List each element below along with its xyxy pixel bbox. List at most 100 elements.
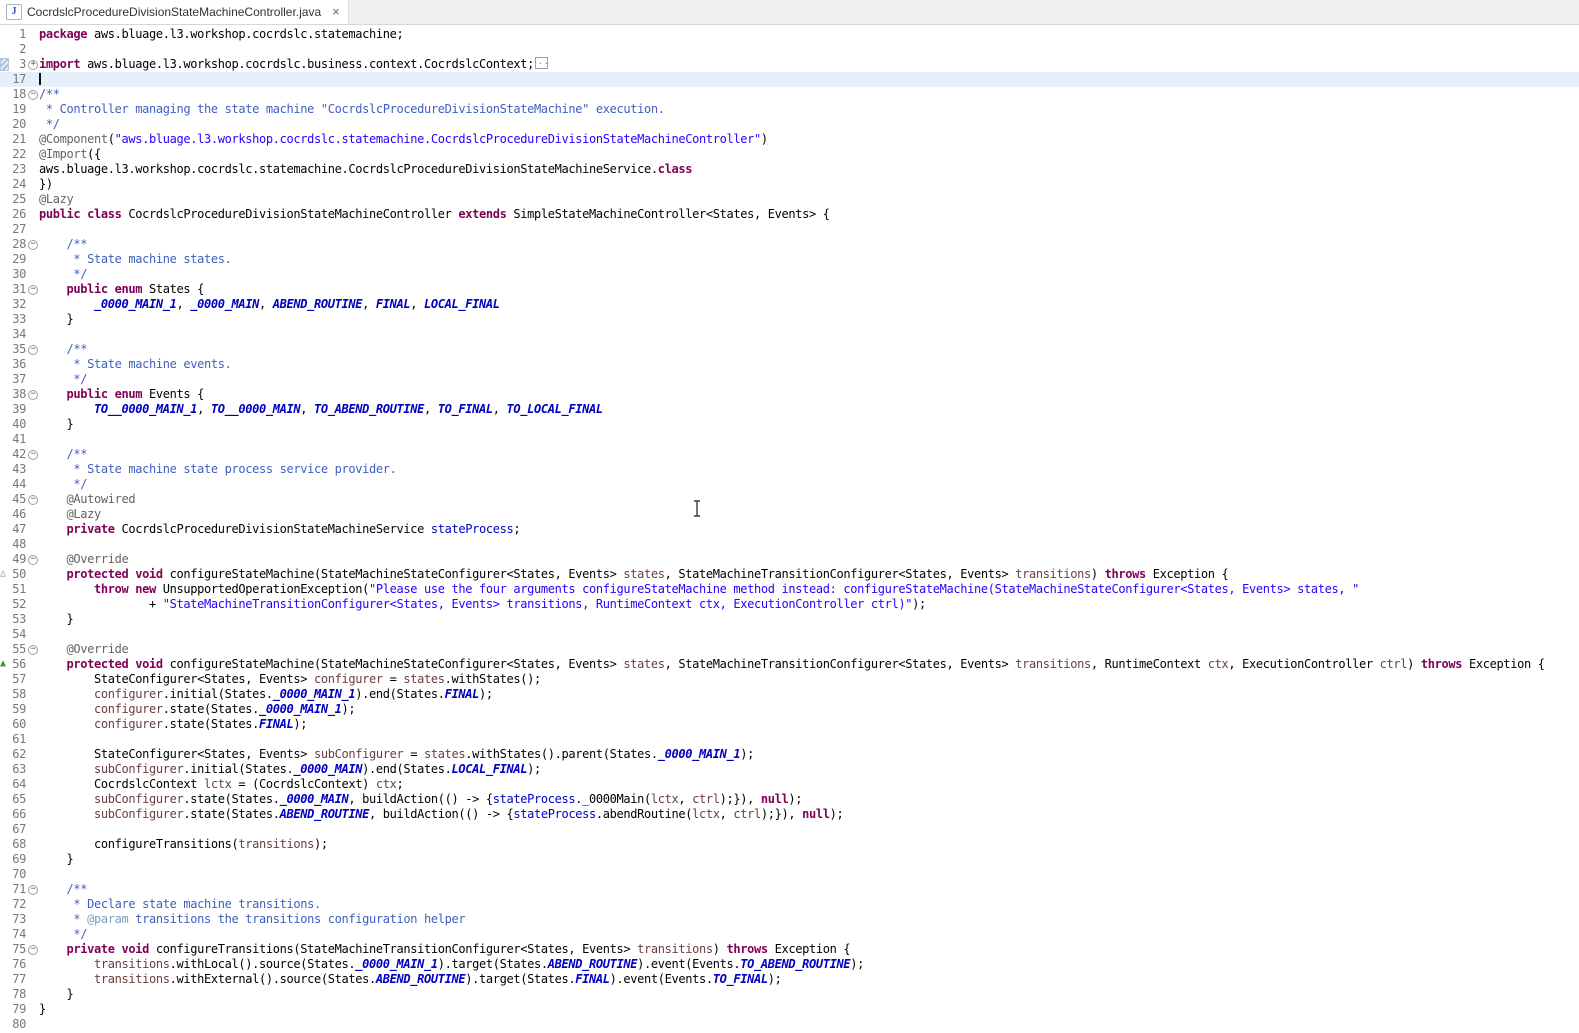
line-number[interactable]: 32 <box>10 297 26 312</box>
line-number[interactable]: 73 <box>10 912 26 927</box>
line-number[interactable]: 48 <box>10 537 26 552</box>
code-line[interactable]: protected void configureStateMachine(Sta… <box>39 567 1579 582</box>
code-line[interactable]: /** <box>39 87 1579 102</box>
code-line[interactable]: * Controller managing the state machine … <box>39 102 1579 117</box>
line-number[interactable]: 52 <box>10 597 26 612</box>
code-line[interactable]: @Import({ <box>39 147 1579 162</box>
fold-toggle-icon[interactable] <box>28 450 38 460</box>
fold-toggle-icon[interactable] <box>28 945 38 955</box>
line-number[interactable]: 28 <box>10 237 26 252</box>
code-line[interactable] <box>39 867 1579 882</box>
line-number[interactable]: 33 <box>10 312 26 327</box>
line-number[interactable]: 17 <box>10 72 26 87</box>
line-number[interactable]: 19 <box>10 102 26 117</box>
line-number[interactable]: 23 <box>10 162 26 177</box>
line-number[interactable]: 46 <box>10 507 26 522</box>
line-number[interactable]: 29 <box>10 252 26 267</box>
line-number[interactable]: 39 <box>10 402 26 417</box>
line-number[interactable]: 50 <box>10 567 26 582</box>
code-line[interactable]: private void configureTransitions(StateM… <box>39 942 1579 957</box>
fold-toggle-icon[interactable] <box>28 390 38 400</box>
line-number[interactable]: 69 <box>10 852 26 867</box>
fold-toggle-icon[interactable] <box>28 345 38 355</box>
line-number[interactable]: 77 <box>10 972 26 987</box>
code-line[interactable] <box>39 732 1579 747</box>
line-number[interactable]: 60 <box>10 717 26 732</box>
line-number[interactable]: 41 <box>10 432 26 447</box>
line-number[interactable]: 31 <box>10 282 26 297</box>
code-line[interactable]: * State machine events. <box>39 357 1579 372</box>
code-line[interactable] <box>39 822 1579 837</box>
line-number[interactable]: 70 <box>10 867 26 882</box>
line-number[interactable]: 42 <box>10 447 26 462</box>
close-icon[interactable]: × <box>332 6 340 18</box>
code-line[interactable]: /** <box>39 447 1579 462</box>
line-number[interactable]: 68 <box>10 837 26 852</box>
line-number[interactable]: 79 <box>10 1002 26 1017</box>
line-number[interactable]: 55 <box>10 642 26 657</box>
line-number[interactable]: 49 <box>10 552 26 567</box>
folded-region-box[interactable] <box>535 57 548 69</box>
code-line[interactable]: transitions.withExternal().source(States… <box>39 972 1579 987</box>
line-number[interactable]: 51 <box>10 582 26 597</box>
code-line[interactable]: configureTransitions(transitions); <box>39 837 1579 852</box>
code-line[interactable]: } <box>39 987 1579 1002</box>
fold-toggle-icon[interactable] <box>28 285 38 295</box>
code-line[interactable]: @Component("aws.bluage.l3.workshop.cocrd… <box>39 132 1579 147</box>
code-line[interactable]: @Override <box>39 642 1579 657</box>
code-line[interactable] <box>39 72 1579 87</box>
code-line[interactable]: } <box>39 1002 1579 1017</box>
line-number[interactable]: 2 <box>10 42 26 57</box>
line-number[interactable]: 75 <box>10 942 26 957</box>
code-line[interactable] <box>39 627 1579 642</box>
line-number[interactable]: 43 <box>10 462 26 477</box>
code-line[interactable]: @Lazy <box>39 192 1579 207</box>
code-line[interactable]: CocrdslcContext lctx = (CocrdslcContext)… <box>39 777 1579 792</box>
code-line[interactable] <box>39 1017 1579 1032</box>
line-number[interactable]: 35 <box>10 342 26 357</box>
code-line[interactable]: */ <box>39 117 1579 132</box>
line-number[interactable]: 53 <box>10 612 26 627</box>
code-line[interactable]: _0000_MAIN_1, _0000_MAIN, ABEND_ROUTINE,… <box>39 297 1579 312</box>
line-number[interactable]: 67 <box>10 822 26 837</box>
code-line[interactable]: + "StateMachineTransitionConfigurer<Stat… <box>39 597 1579 612</box>
code-line[interactable]: @Override <box>39 552 1579 567</box>
line-number[interactable]: 38 <box>10 387 26 402</box>
line-number[interactable]: 47 <box>10 522 26 537</box>
code-line[interactable]: } <box>39 417 1579 432</box>
code-line[interactable]: private CocrdslcProcedureDivisionStateMa… <box>39 522 1579 537</box>
line-number[interactable]: 76 <box>10 957 26 972</box>
code-line[interactable] <box>39 42 1579 57</box>
code-line[interactable] <box>39 537 1579 552</box>
code-line[interactable]: /** <box>39 342 1579 357</box>
code-line[interactable]: StateConfigurer<States, Events> subConfi… <box>39 747 1579 762</box>
code-line[interactable]: configurer.state(States._0000_MAIN_1); <box>39 702 1579 717</box>
fold-toggle-icon[interactable] <box>28 90 38 100</box>
code-line[interactable]: */ <box>39 267 1579 282</box>
code-line[interactable]: aws.bluage.l3.workshop.cocrdslc.statemac… <box>39 162 1579 177</box>
line-number[interactable]: 59 <box>10 702 26 717</box>
line-number[interactable]: 21 <box>10 132 26 147</box>
code-line[interactable]: } <box>39 852 1579 867</box>
code-line[interactable]: * @param transitions the transitions con… <box>39 912 1579 927</box>
line-number[interactable]: 44 <box>10 477 26 492</box>
code-line[interactable]: * Declare state machine transitions. <box>39 897 1579 912</box>
code-line[interactable]: public enum States { <box>39 282 1579 297</box>
line-number[interactable]: 26 <box>10 207 26 222</box>
line-number[interactable]: 36 <box>10 357 26 372</box>
code-line[interactable]: transitions.withLocal().source(States._0… <box>39 957 1579 972</box>
code-line[interactable]: subConfigurer.initial(States._0000_MAIN)… <box>39 762 1579 777</box>
line-number[interactable]: 45 <box>10 492 26 507</box>
line-number[interactable]: 34 <box>10 327 26 342</box>
code-line[interactable]: /** <box>39 882 1579 897</box>
fold-toggle-icon[interactable] <box>28 60 38 70</box>
code-line[interactable]: subConfigurer.state(States._0000_MAIN, b… <box>39 792 1579 807</box>
line-number[interactable]: 61 <box>10 732 26 747</box>
code-line[interactable]: public class CocrdslcProcedureDivisionSt… <box>39 207 1579 222</box>
code-line[interactable]: throw new UnsupportedOperationException(… <box>39 582 1579 597</box>
line-number[interactable]: 3 <box>10 57 26 72</box>
line-number[interactable]: 1 <box>10 27 26 42</box>
code-line[interactable]: StateConfigurer<States, Events> configur… <box>39 672 1579 687</box>
code-line[interactable]: } <box>39 312 1579 327</box>
line-number[interactable]: 71 <box>10 882 26 897</box>
